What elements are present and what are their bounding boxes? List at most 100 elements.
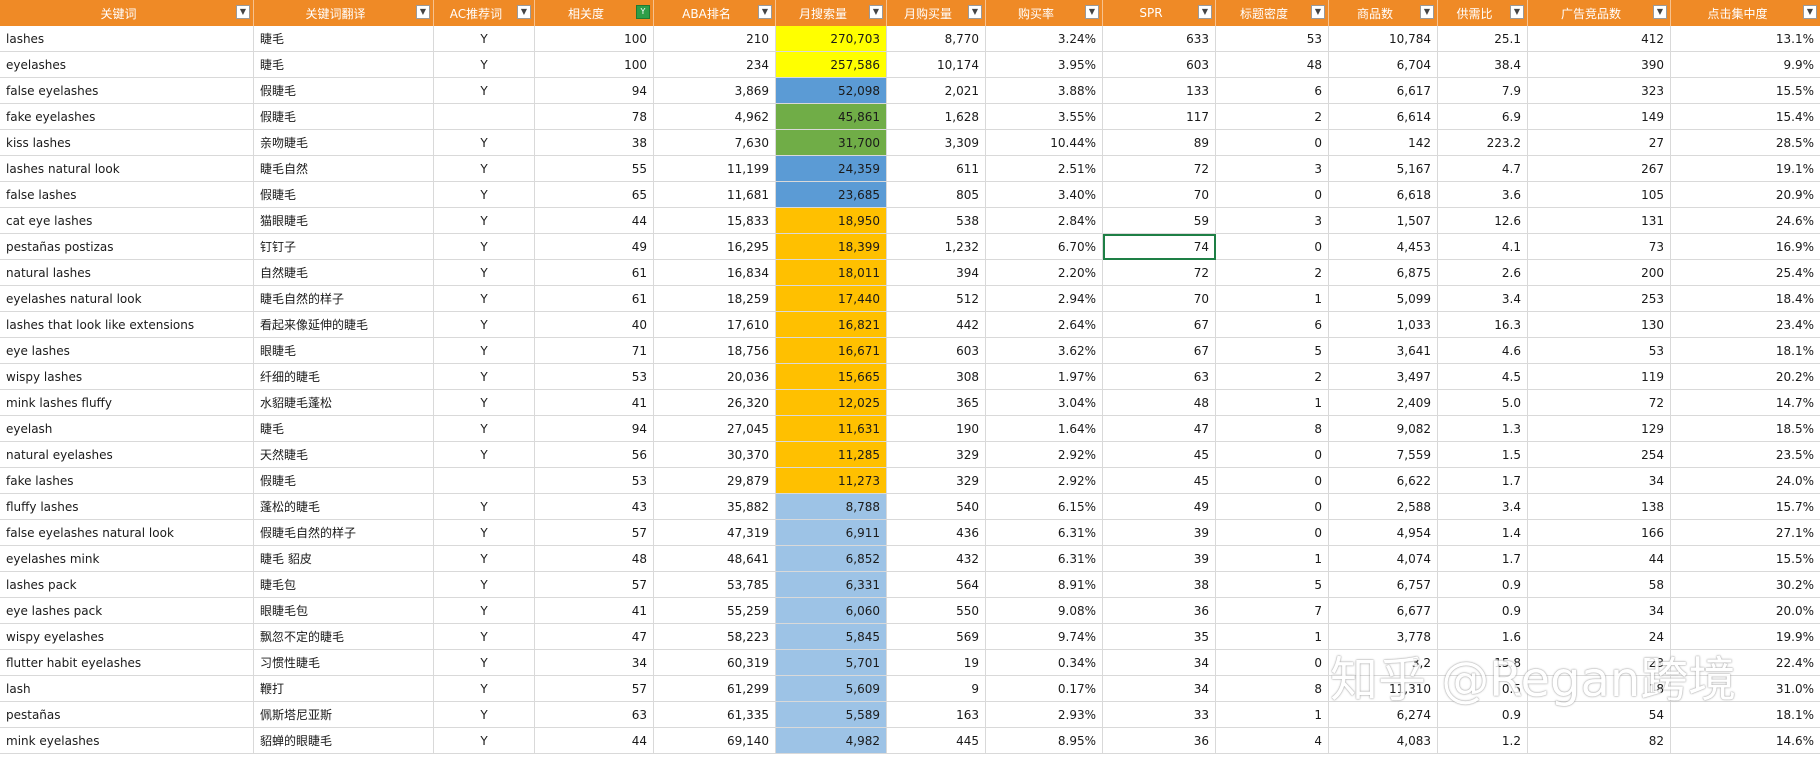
cell-ad-competitor-count[interactable]: 267	[1528, 156, 1671, 182]
cell-relevance[interactable]: 61	[535, 260, 654, 286]
cell-supply-demand-ratio[interactable]: 4.6	[1438, 338, 1528, 364]
cell-ac-recommend[interactable]: Y	[434, 624, 535, 650]
cell-relevance[interactable]: 44	[535, 208, 654, 234]
cell-purchase-rate[interactable]: 9.08%	[986, 598, 1103, 624]
cell-product-count[interactable]: 10,784	[1329, 26, 1438, 52]
cell-ad-competitor-count[interactable]: 254	[1528, 442, 1671, 468]
cell-keyword-translation[interactable]: 貂蝉的眼睫毛	[254, 728, 434, 754]
cell-title-density[interactable]: 5	[1216, 572, 1329, 598]
cell-keyword-translation[interactable]: 假睫毛	[254, 468, 434, 494]
cell-product-count[interactable]: 6,617	[1329, 78, 1438, 104]
cell-ac-recommend[interactable]: Y	[434, 520, 535, 546]
cell-ac-recommend[interactable]	[434, 104, 535, 130]
cell-keyword-translation[interactable]: 假睫毛	[254, 104, 434, 130]
cell-relevance[interactable]: 44	[535, 728, 654, 754]
cell-title-density[interactable]: 6	[1216, 78, 1329, 104]
cell-supply-demand-ratio[interactable]: 5.0	[1438, 390, 1528, 416]
cell-click-concentration[interactable]: 19.1%	[1671, 156, 1820, 182]
cell-click-concentration[interactable]: 20.0%	[1671, 598, 1820, 624]
filter-dropdown-icon[interactable]: ▼	[869, 5, 883, 19]
cell-relevance[interactable]: 56	[535, 442, 654, 468]
cell-monthly-purchases[interactable]: 190	[887, 416, 986, 442]
cell-monthly-search-volume[interactable]: 45,861	[776, 104, 887, 130]
cell-keyword-translation[interactable]: 睫毛自然	[254, 156, 434, 182]
cell-supply-demand-ratio[interactable]: 0.9	[1438, 572, 1528, 598]
cell-monthly-search-volume[interactable]: 6,852	[776, 546, 887, 572]
cell-monthly-purchases[interactable]: 163	[887, 702, 986, 728]
cell-ad-competitor-count[interactable]: 149	[1528, 104, 1671, 130]
cell-purchase-rate[interactable]: 3.55%	[986, 104, 1103, 130]
cell-click-concentration[interactable]: 9.9%	[1671, 52, 1820, 78]
cell-spr[interactable]: 39	[1103, 546, 1216, 572]
cell-supply-demand-ratio[interactable]: 38.4	[1438, 52, 1528, 78]
cell-monthly-purchases[interactable]: 9	[887, 676, 986, 702]
cell-spr[interactable]: 36	[1103, 728, 1216, 754]
cell-purchase-rate[interactable]: 2.94%	[986, 286, 1103, 312]
cell-ac-recommend[interactable]: Y	[434, 156, 535, 182]
cell-spr[interactable]: 39	[1103, 520, 1216, 546]
cell-ad-competitor-count[interactable]: 130	[1528, 312, 1671, 338]
cell-monthly-purchases[interactable]: 2,021	[887, 78, 986, 104]
cell-product-count[interactable]: 6,622	[1329, 468, 1438, 494]
header-title-density[interactable]: 标题密度 ▼	[1216, 0, 1329, 26]
cell-ac-recommend[interactable]: Y	[434, 598, 535, 624]
cell-keyword[interactable]: eyelash	[0, 416, 254, 442]
cell-purchase-rate[interactable]: 8.91%	[986, 572, 1103, 598]
cell-monthly-purchases[interactable]: 538	[887, 208, 986, 234]
cell-product-count[interactable]: 5,099	[1329, 286, 1438, 312]
cell-spr[interactable]: 67	[1103, 312, 1216, 338]
cell-monthly-search-volume[interactable]: 11,285	[776, 442, 887, 468]
cell-product-count[interactable]: 3,641	[1329, 338, 1438, 364]
cell-product-count[interactable]: 7,559	[1329, 442, 1438, 468]
cell-monthly-search-volume[interactable]: 16,671	[776, 338, 887, 364]
cell-title-density[interactable]: 7	[1216, 598, 1329, 624]
cell-monthly-search-volume[interactable]: 23,685	[776, 182, 887, 208]
header-relevance[interactable]: 相关度 Y	[535, 0, 654, 26]
cell-title-density[interactable]: 0	[1216, 494, 1329, 520]
cell-keyword[interactable]: eyelashes	[0, 52, 254, 78]
filter-dropdown-icon[interactable]: ▼	[1311, 5, 1325, 19]
cell-monthly-purchases[interactable]: 569	[887, 624, 986, 650]
cell-monthly-search-volume[interactable]: 11,631	[776, 416, 887, 442]
cell-monthly-search-volume[interactable]: 5,589	[776, 702, 887, 728]
cell-click-concentration[interactable]: 18.4%	[1671, 286, 1820, 312]
cell-monthly-purchases[interactable]: 540	[887, 494, 986, 520]
cell-purchase-rate[interactable]: 6.31%	[986, 520, 1103, 546]
cell-aba-rank[interactable]: 29,879	[654, 468, 776, 494]
cell-title-density[interactable]: 2	[1216, 104, 1329, 130]
cell-monthly-purchases[interactable]: 805	[887, 182, 986, 208]
cell-ac-recommend[interactable]: Y	[434, 78, 535, 104]
cell-aba-rank[interactable]: 61,335	[654, 702, 776, 728]
cell-keyword[interactable]: lashes pack	[0, 572, 254, 598]
cell-keyword[interactable]: natural lashes	[0, 260, 254, 286]
cell-purchase-rate[interactable]: 0.17%	[986, 676, 1103, 702]
cell-monthly-search-volume[interactable]: 17,440	[776, 286, 887, 312]
cell-spr[interactable]: 67	[1103, 338, 1216, 364]
cell-click-concentration[interactable]: 18.5%	[1671, 416, 1820, 442]
cell-title-density[interactable]: 0	[1216, 520, 1329, 546]
cell-click-concentration[interactable]: 27.1%	[1671, 520, 1820, 546]
cell-relevance[interactable]: 49	[535, 234, 654, 260]
cell-keyword[interactable]: eye lashes pack	[0, 598, 254, 624]
cell-aba-rank[interactable]: 7,630	[654, 130, 776, 156]
cell-monthly-search-volume[interactable]: 12,025	[776, 390, 887, 416]
cell-keyword-translation[interactable]: 睫毛自然的样子	[254, 286, 434, 312]
cell-ad-competitor-count[interactable]: 105	[1528, 182, 1671, 208]
cell-purchase-rate[interactable]: 2.92%	[986, 442, 1103, 468]
cell-ad-competitor-count[interactable]: 54	[1528, 702, 1671, 728]
cell-monthly-purchases[interactable]: 442	[887, 312, 986, 338]
cell-keyword-translation[interactable]: 天然睫毛	[254, 442, 434, 468]
cell-monthly-purchases[interactable]: 329	[887, 468, 986, 494]
cell-keyword-translation[interactable]: 亲吻睫毛	[254, 130, 434, 156]
cell-product-count[interactable]: 2,409	[1329, 390, 1438, 416]
cell-title-density[interactable]: 0	[1216, 130, 1329, 156]
cell-title-density[interactable]: 3	[1216, 208, 1329, 234]
cell-monthly-purchases[interactable]: 394	[887, 260, 986, 286]
cell-ad-competitor-count[interactable]: 44	[1528, 546, 1671, 572]
cell-keyword-translation[interactable]: 睫毛	[254, 52, 434, 78]
cell-aba-rank[interactable]: 11,199	[654, 156, 776, 182]
cell-ac-recommend[interactable]: Y	[434, 650, 535, 676]
cell-supply-demand-ratio[interactable]: 3.4	[1438, 494, 1528, 520]
cell-click-concentration[interactable]: 23.5%	[1671, 442, 1820, 468]
cell-supply-demand-ratio[interactable]: 0.9	[1438, 598, 1528, 624]
